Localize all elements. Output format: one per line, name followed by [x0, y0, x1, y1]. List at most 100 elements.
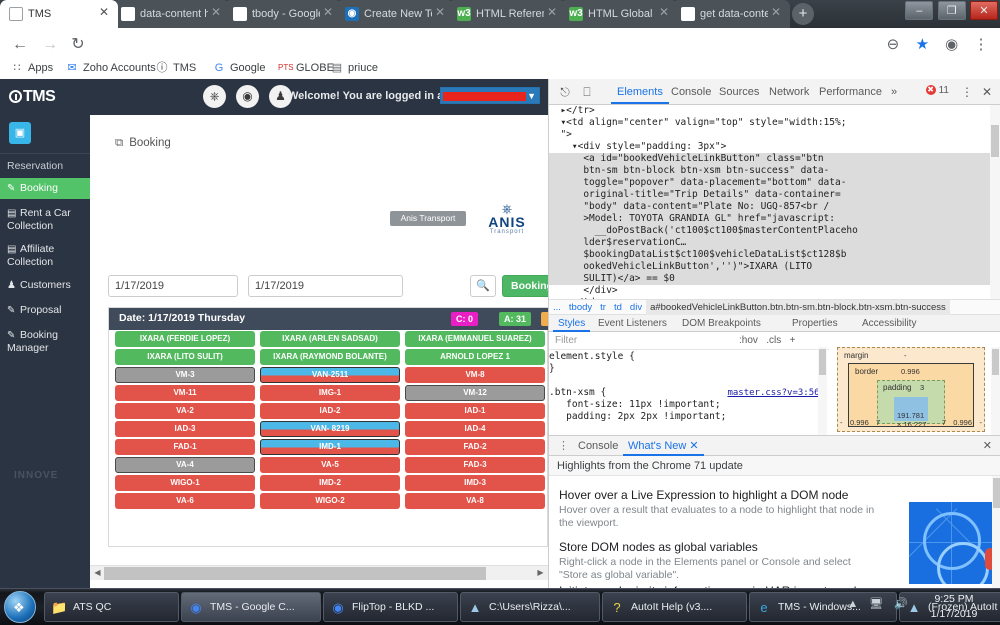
sidebar-item-rent-a-car-collection[interactable]: ▤ Rent a Car Collection — [0, 203, 90, 237]
hov-button[interactable]: :hov — [739, 335, 758, 346]
browser-tab-1[interactable]: Gdata-content htm✕ — [112, 0, 230, 28]
breadcrumb-segment-3[interactable]: td — [610, 300, 626, 316]
drawer-tab-console[interactable]: Console — [573, 438, 623, 456]
styles-pane[interactable]: element.style {} .btn-xsm {master.css?v=3… — [549, 351, 829, 434]
vehicle-booking-button[interactable]: FAD-2 — [405, 439, 545, 455]
tab-close-icon[interactable]: ✕ — [97, 6, 111, 20]
style-source-link[interactable]: master.css?v=3:564 — [727, 387, 825, 399]
globe-icon[interactable]: ◉ — [236, 85, 259, 108]
devtools-close-icon[interactable]: ✕ — [977, 83, 997, 101]
devtools-tab-console[interactable]: Console — [665, 82, 717, 104]
dom-line[interactable]: ookedVehicleLinkButton','')">IXARA (LITO — [549, 261, 1000, 273]
scrollbar-thumb[interactable] — [992, 349, 999, 375]
styles-pane-scrollbar[interactable] — [818, 347, 827, 435]
styles-subtab-dom-breakpoints[interactable]: DOM Breakpoints — [677, 316, 766, 332]
horizontal-scrollbar[interactable]: ◀ ▶ — [90, 565, 548, 580]
breadcrumb-segment-5[interactable]: a#bookedVehicleLinkButton.btn.btn-sm.btn… — [646, 300, 950, 316]
vehicle-booking-button[interactable]: IXARA (ARLEN SADSAD) — [260, 331, 400, 347]
bookmark-tms[interactable]: ⓘ TMS — [155, 59, 197, 77]
dom-line[interactable]: lder$reservationC… — [549, 237, 1000, 249]
tab-close-icon[interactable]: ✕ — [321, 6, 335, 20]
whats-new-item-1[interactable]: Store DOM nodes as global variables Righ… — [559, 540, 879, 582]
vehicle-booking-button[interactable]: VA-8 — [405, 493, 545, 509]
vehicle-booking-button[interactable]: VA-5 — [260, 457, 400, 473]
tab-close-icon[interactable]: ✕ — [657, 6, 671, 20]
devtools-menu-icon[interactable]: ⋮ — [957, 83, 977, 101]
vehicle-booking-button[interactable]: IMD-2 — [260, 475, 400, 491]
style-line[interactable]: .btn-xsm {master.css?v=3:564 — [549, 387, 829, 399]
new-tab-button[interactable]: + — [792, 3, 814, 25]
vehicle-booking-button[interactable]: FAD-3 — [405, 457, 545, 473]
box-model-margin-value[interactable]: - — [904, 351, 907, 360]
dom-line[interactable]: original-title="Trip Details" data-conta… — [549, 189, 1000, 201]
date-to-input[interactable]: 1/17/2019 — [248, 275, 403, 297]
box-model-right-border[interactable]: 0.996 — [953, 418, 972, 427]
whats-new-scrollbar[interactable] — [992, 476, 1000, 589]
scroll-left-arrow-icon[interactable]: ◀ — [91, 567, 104, 580]
styles-subtab-properties[interactable]: Properties — [787, 316, 843, 332]
breadcrumb-segment-0[interactable]: ... — [549, 300, 565, 316]
box-model-left-border[interactable]: 0.996 — [850, 418, 869, 427]
breadcrumb-segment-4[interactable]: div — [626, 300, 646, 316]
vehicle-booking-button[interactable]: IMG-1 — [260, 385, 400, 401]
browser-tab-2[interactable]: Gtbody - Google S✕ — [224, 0, 342, 28]
vehicle-booking-button[interactable]: VM-8 — [405, 367, 545, 383]
breadcrumb-segment-1[interactable]: tbody — [565, 300, 596, 316]
devtools-tab-performance[interactable]: Performance — [813, 82, 888, 104]
vehicle-booking-button[interactable]: VA-2 — [115, 403, 255, 419]
vehicle-booking-button[interactable]: IAD-3 — [115, 421, 255, 437]
inspect-cursor-icon[interactable]: ⎋ — [555, 83, 575, 101]
drawer-tab-whats-new[interactable]: What's New ✕ — [623, 438, 704, 456]
dom-tree-scrollbar[interactable] — [990, 105, 1000, 299]
sidebar-logo-icon[interactable]: ▣ — [9, 122, 31, 144]
drawer-menu-icon[interactable]: ⋮ — [553, 438, 574, 456]
vehicle-booking-button[interactable]: VM-3 — [115, 367, 255, 383]
vehicle-booking-button[interactable]: VM-12 — [405, 385, 545, 401]
dom-tree[interactable]: ▸</tr> ▾<td align="center" valign="top" … — [549, 105, 1000, 299]
vehicle-booking-button[interactable]: IXARA (EMMANUEL SUAREZ) — [405, 331, 545, 347]
scrollbar-thumb[interactable] — [993, 478, 1000, 508]
dom-line[interactable]: >Model: TOYOTA GRANDIA GL" href="javascr… — [549, 213, 1000, 225]
dom-line[interactable]: ▾<td align="center" valign="top" style="… — [549, 117, 1000, 129]
dom-line[interactable]: ▸</tr> — [549, 105, 1000, 117]
styles-subtab-accessibility[interactable]: Accessibility — [857, 316, 921, 332]
dom-line[interactable]: ▾<div style="padding: 3px"> — [549, 141, 1000, 153]
dom-line[interactable]: "body" data-content="Plate No: UGQ-857<b… — [549, 201, 1000, 213]
forward-icon[interactable]: → — [40, 35, 60, 55]
dom-line[interactable]: btn-sm btn-block btn-xsm btn-success" da… — [549, 165, 1000, 177]
box-model-scrollbar[interactable] — [991, 347, 1000, 435]
vehicle-booking-button[interactable]: WIGO-1 — [115, 475, 255, 491]
logged-in-user-select[interactable]: ▼ — [440, 87, 540, 104]
vehicle-booking-button[interactable]: IAD-1 — [405, 403, 545, 419]
browser-tab-3[interactable]: ◉ Create New Topi✕ — [336, 0, 454, 28]
scrollbar-thumb[interactable] — [991, 125, 999, 157]
sidebar-item-affiliate-collection[interactable]: ▤ Affiliate Collection — [0, 239, 90, 273]
vehicle-booking-button[interactable]: IAD-4 — [405, 421, 545, 437]
browser-tab-0[interactable]: ⓘ TMS ✕ — [0, 0, 118, 28]
dom-line[interactable]: $bookingDataList$ct100$vehicleDataList$c… — [549, 249, 1000, 261]
sidebar-item-proposal[interactable]: ✎ Proposal — [0, 300, 90, 321]
dom-breadcrumb[interactable]: ... tbody tr td div a#bookedVehicleLinkButton… — [549, 299, 1000, 316]
box-model-right-padding[interactable]: 7 — [942, 418, 946, 427]
error-count-badge[interactable]: ✖ 11 — [925, 85, 949, 96]
taskbar-button-1[interactable]: ◉ TMS - Google C... — [181, 592, 321, 622]
start-button[interactable]: ❖ — [4, 591, 36, 623]
devtools-tab-network[interactable]: Network — [763, 82, 815, 104]
style-line[interactable] — [549, 375, 829, 387]
style-line[interactable]: element.style { — [549, 351, 829, 363]
box-model-content-size[interactable]: 191.781 × 16.227 — [897, 411, 928, 429]
vehicle-booking-button[interactable]: IXARA (RAYMOND BOLANTE) — [260, 349, 400, 365]
vehicle-booking-button[interactable]: VM-11 — [115, 385, 255, 401]
vehicle-booking-button[interactable]: IXARA (LITO SULIT) — [115, 349, 255, 365]
style-line[interactable]: } — [549, 363, 829, 375]
new-style-rule-button[interactable]: + — [790, 335, 796, 346]
chrome-menu-icon[interactable]: ⋮ — [968, 33, 994, 57]
devtools-tab-elements[interactable]: Elements — [611, 82, 669, 104]
dom-line[interactable]: toggle="popover" data-placement="bottom"… — [549, 177, 1000, 189]
bookmark-priuce[interactable]: ▤ priuce — [330, 59, 378, 77]
styles-subtab-styles[interactable]: Styles — [553, 316, 591, 332]
search-icon[interactable]: 🔍 — [470, 275, 496, 297]
style-line[interactable]: padding: 2px 2px !important; — [549, 411, 829, 423]
cls-button[interactable]: .cls — [766, 335, 781, 346]
volume-icon[interactable]: 🔊 — [894, 597, 908, 610]
